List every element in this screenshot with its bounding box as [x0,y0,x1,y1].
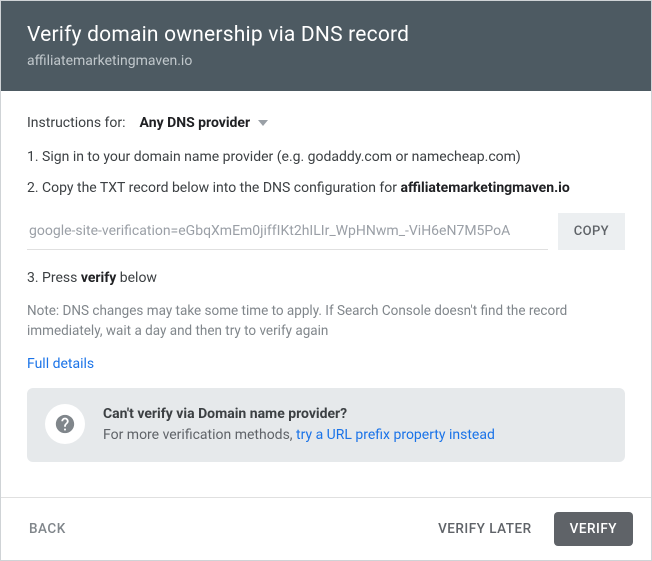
alternative-line: For more verification methods, try a URL… [103,425,495,446]
alternative-title: Can't verify via Domain name provider? [103,404,495,425]
dns-provider-select[interactable]: Any DNS provider [140,115,269,131]
step-3-prefix: 3. Press [27,270,81,286]
dialog-footer: BACK VERIFY LATER VERIFY [1,497,651,560]
instructions-for-row: Instructions for: Any DNS provider [27,115,625,131]
copy-button[interactable]: COPY [558,213,625,250]
full-details-link[interactable]: Full details [27,356,94,372]
alternative-box: Can't verify via Domain name provider? F… [27,388,625,462]
dialog-title: Verify domain ownership via DNS record [27,23,625,47]
footer-right: VERIFY LATER VERIFY [426,512,633,546]
verify-later-button[interactable]: VERIFY LATER [426,513,544,545]
question-icon [45,404,85,444]
verify-button[interactable]: VERIFY [554,512,633,546]
dns-provider-value: Any DNS provider [140,115,251,131]
dialog-domain: affiliatemarketingmaven.io [27,53,625,69]
footer-left: BACK [19,513,76,545]
txt-record-input[interactable] [27,213,548,250]
instructions-for-label: Instructions for: [27,115,126,131]
txt-record-row: COPY [27,213,625,250]
back-button[interactable]: BACK [19,513,76,545]
step-3: 3. Press verify below [27,268,625,289]
step-2-domain: affiliatemarketingmaven.io [401,180,570,196]
alternative-text: Can't verify via Domain name provider? F… [103,404,495,446]
step-1: 1. Sign in to your domain name provider … [27,147,625,168]
step-3-suffix: below [116,270,157,286]
dns-note: Note: DNS changes may take some time to … [27,301,625,342]
dialog-header: Verify domain ownership via DNS record a… [1,1,651,91]
step-2-prefix: 2. Copy the TXT record below into the DN… [27,180,401,196]
caret-down-icon [258,120,268,126]
step-3-bold: verify [81,270,116,286]
dialog-body: Instructions for: Any DNS provider 1. Si… [1,91,651,497]
step-2: 2. Copy the TXT record below into the DN… [27,178,625,199]
verify-dns-dialog: Verify domain ownership via DNS record a… [0,0,652,561]
url-prefix-link[interactable]: try a URL prefix property instead [296,427,495,443]
alternative-line-prefix: For more verification methods, [103,427,296,443]
